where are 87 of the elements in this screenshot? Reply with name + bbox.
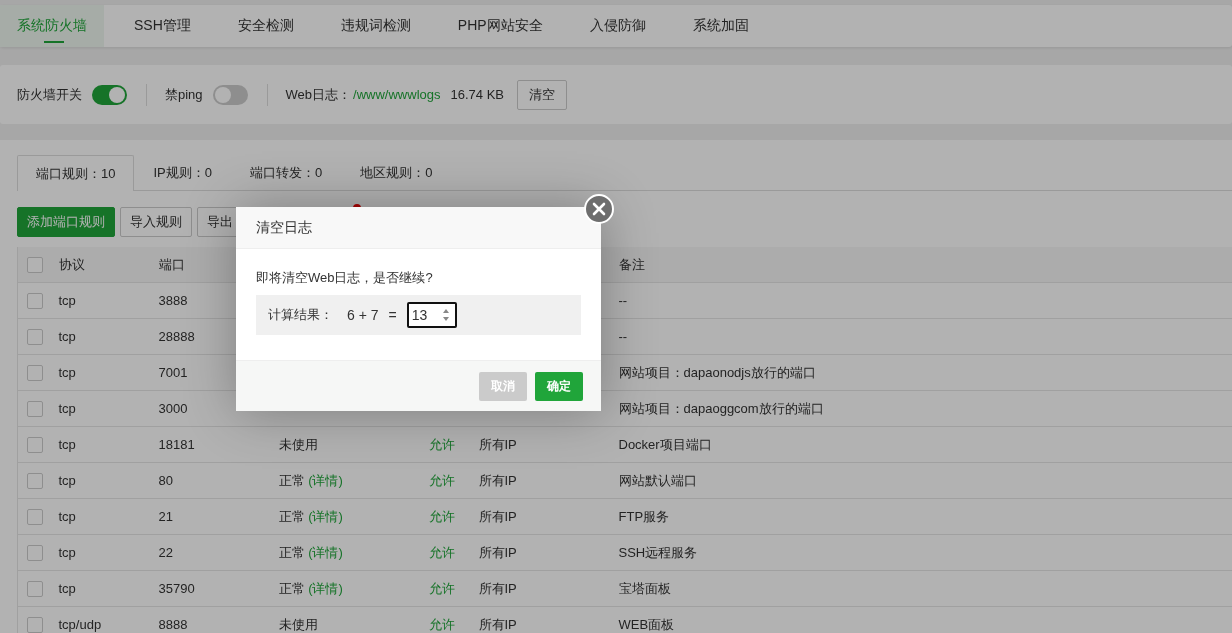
table-cell: 7001 xyxy=(158,365,188,380)
math-expression: 6 + 7 xyxy=(347,307,379,323)
row-checkbox[interactable] xyxy=(27,472,43,489)
nav-tab[interactable]: SSH管理 xyxy=(117,5,208,47)
table-cell: 所有IP xyxy=(478,507,517,526)
table-cell: 网站项目：dapaonodjs放行的端口 xyxy=(618,363,816,382)
table-cell: tcp xyxy=(58,437,76,452)
nav-tab[interactable]: 违规词检测 xyxy=(323,5,428,47)
row-checkbox[interactable] xyxy=(27,400,43,417)
table-cell: SSH远程服务 xyxy=(618,543,698,562)
toggle-switch[interactable] xyxy=(92,84,127,105)
table-cell: 3888 xyxy=(158,293,188,308)
table-cell: tcp xyxy=(58,545,76,560)
table-cell: 35790 xyxy=(158,581,195,596)
table-cell: tcp/udp xyxy=(58,617,102,632)
rule-tab[interactable]: 地区规则：0 xyxy=(341,155,452,190)
row-checkbox[interactable] xyxy=(27,508,43,525)
table-cell: 允许 xyxy=(428,471,455,490)
table-cell: 8888 xyxy=(158,617,188,632)
column-header: 端口 xyxy=(158,255,185,274)
nav-tab[interactable]: 系统加固 xyxy=(675,5,766,47)
row-checkbox[interactable] xyxy=(27,544,43,561)
table-cell: FTP服务 xyxy=(618,507,670,526)
table-cell: 允许 xyxy=(428,507,455,526)
table-cell: 28888 xyxy=(158,329,195,344)
table-cell: 所有IP xyxy=(478,471,517,490)
table-cell: 未使用 xyxy=(278,615,318,633)
row-checkbox[interactable] xyxy=(27,580,43,597)
table-cell: 3000 xyxy=(158,401,188,416)
column-header: 协议 xyxy=(58,255,85,274)
table-cell: tcp xyxy=(58,329,76,344)
table-cell: WEB面板 xyxy=(618,615,675,633)
table-cell: tcp xyxy=(58,581,76,596)
table-cell: 允许 xyxy=(428,435,455,454)
table-cell: 正常 xyxy=(278,507,305,526)
table-cell: -- xyxy=(618,293,628,308)
nav-tab[interactable]: 入侵防御 xyxy=(572,5,663,47)
answer-field[interactable]: 13 xyxy=(406,302,457,328)
table-cell: 所有IP xyxy=(478,615,517,633)
row-checkbox[interactable] xyxy=(27,364,43,381)
column-header: 备注 xyxy=(618,255,645,274)
table-cell: 21 xyxy=(158,509,173,524)
switch-label: 禁ping xyxy=(165,85,203,104)
toggle-switch[interactable] xyxy=(212,84,248,105)
log-label: Web日志： xyxy=(285,85,352,104)
table-cell: 22 xyxy=(158,545,173,560)
table-cell: 网站默认端口 xyxy=(618,471,697,490)
table-cell: tcp xyxy=(58,401,76,416)
table-cell: tcp xyxy=(58,293,76,308)
log-size: 16.74 KB xyxy=(450,87,504,102)
table-cell: tcp xyxy=(58,473,76,488)
dialog-message: 即将清空Web日志，是否继续? xyxy=(256,269,434,287)
nav-tab[interactable]: PHP网站安全 xyxy=(440,5,560,47)
row-checkbox[interactable] xyxy=(27,328,43,345)
table-cell: -- xyxy=(618,329,628,344)
table-cell: 允许 xyxy=(428,579,455,598)
rule-tab[interactable]: IP规则：0 xyxy=(134,155,231,190)
table-cell: 所有IP xyxy=(478,579,517,598)
table-cell: 正常 xyxy=(278,579,305,598)
row-checkbox[interactable] xyxy=(27,292,43,309)
row-checkbox[interactable] xyxy=(27,616,43,633)
table-cell: 允许 xyxy=(428,615,455,633)
equals-sign: = xyxy=(388,307,397,323)
table-cell: 宝塔面板 xyxy=(618,579,671,598)
table-cell: 正常 xyxy=(278,543,305,562)
clear-button[interactable]: 清空 xyxy=(517,79,567,110)
row-checkbox[interactable] xyxy=(27,436,43,453)
table-cell: 80 xyxy=(158,473,173,488)
close-icon[interactable] xyxy=(584,194,614,224)
table-cell: 允许 xyxy=(428,543,455,562)
rule-tab[interactable]: 端口转发：0 xyxy=(231,155,342,190)
nav-tab[interactable]: 安全检测 xyxy=(220,5,311,47)
table-cell: 所有IP xyxy=(478,543,517,562)
table-cell: 网站项目：dapaoggcom放行的端口 xyxy=(618,399,824,418)
table-cell: Docker项目端口 xyxy=(618,435,712,454)
table-cell: 正常 xyxy=(278,471,305,490)
table-cell: 所有IP xyxy=(478,435,517,454)
row-checkbox[interactable] xyxy=(27,256,43,273)
dialog-title: 清空日志 xyxy=(256,218,312,237)
captcha-label: 计算结果： xyxy=(268,306,333,324)
switch-label: 防火墙开关 xyxy=(17,85,82,104)
table-cell: tcp xyxy=(58,509,76,524)
table-cell: 18181 xyxy=(158,437,195,452)
rule-tab[interactable]: 端口规则：10 xyxy=(17,155,135,191)
action-button[interactable]: 导入规则 xyxy=(120,207,192,237)
table-cell: 未使用 xyxy=(278,435,318,454)
table-cell: tcp xyxy=(58,365,76,380)
